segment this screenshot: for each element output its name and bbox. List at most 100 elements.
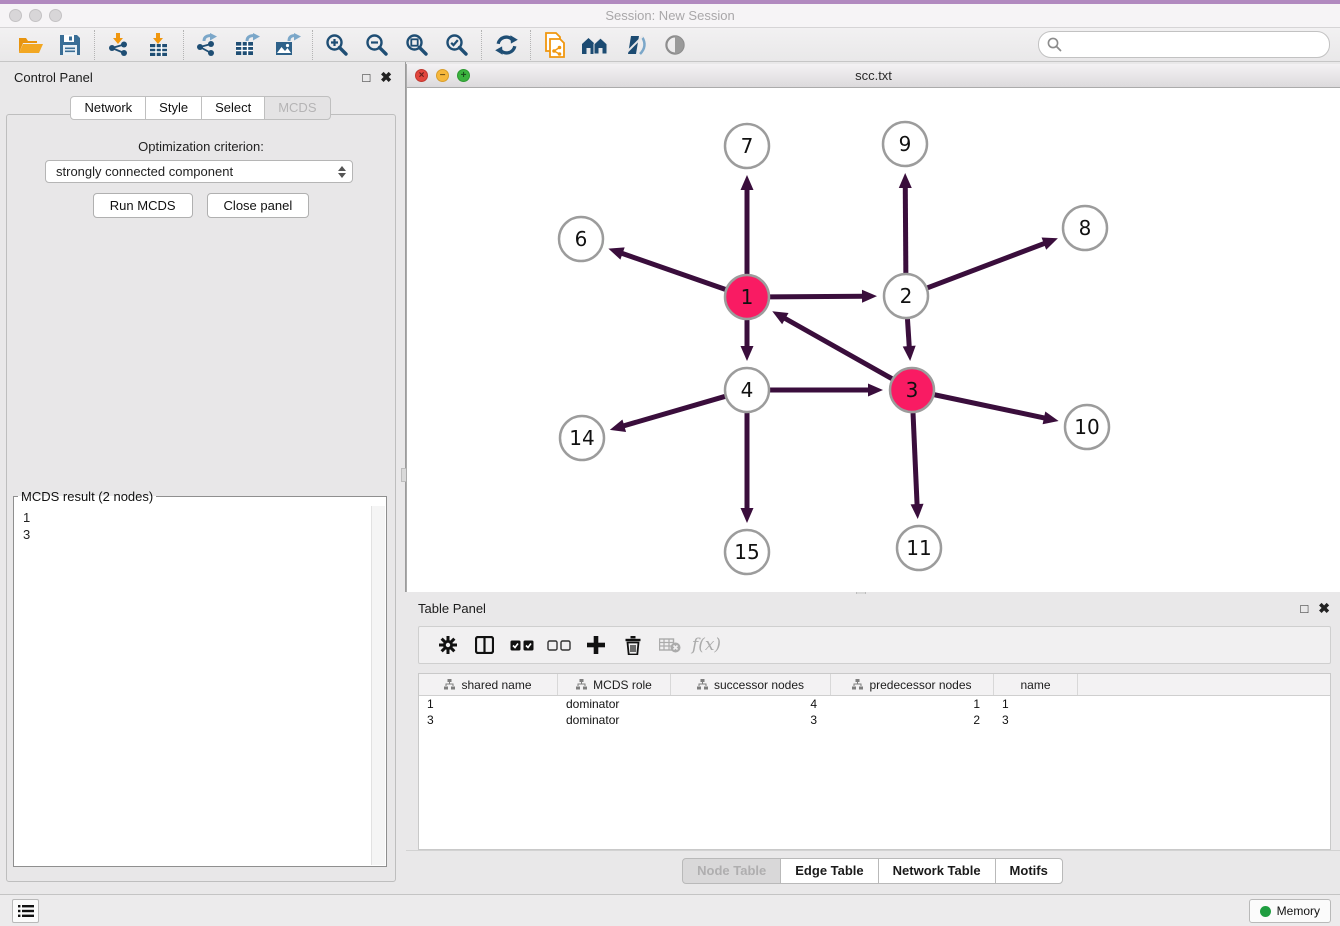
main-toolbar <box>0 28 1340 62</box>
table-row[interactable]: 3dominator323 <box>419 712 1330 728</box>
network-window-titlebar[interactable]: × − + scc.txt <box>407 64 1340 88</box>
toggle-column-display-icon[interactable] <box>466 629 503 661</box>
close-panel-icon[interactable]: ✖ <box>380 69 392 86</box>
function-builder-icon[interactable]: f(x) <box>688 629 725 661</box>
control-tab-style[interactable]: Style <box>145 96 202 120</box>
float-panel-icon[interactable]: □ <box>362 70 370 85</box>
table-cell[interactable]: 3 <box>994 712 1078 728</box>
table-row[interactable]: 1dominator411 <box>419 696 1330 712</box>
network-minimize-button[interactable]: − <box>436 69 449 82</box>
bird-eye-view-icon[interactable] <box>655 30 695 60</box>
hide-annotations-icon[interactable] <box>615 30 655 60</box>
column-hierarchy-icon <box>576 679 587 690</box>
graph-edge-3-1[interactable] <box>784 318 892 379</box>
network-graph: 7968124314101511 <box>407 88 1340 592</box>
table-header-row: shared nameMCDS rolesuccessor nodesprede… <box>419 674 1330 696</box>
column-header-label: name <box>1020 678 1050 692</box>
memory-button[interactable]: Memory <box>1249 899 1331 923</box>
graph-arrowhead <box>911 504 924 519</box>
delete-table-icon[interactable] <box>651 629 688 661</box>
search-box[interactable] <box>1038 31 1330 58</box>
column-header-predecessor-nodes[interactable]: predecessor nodes <box>831 674 994 695</box>
mcds-result-text[interactable]: 1 3 <box>15 506 370 865</box>
graph-node-label: 10 <box>1074 415 1099 439</box>
optimization-criterion-dropdown[interactable]: strongly connected component <box>45 160 353 183</box>
select-all-columns-icon[interactable] <box>503 629 540 661</box>
task-history-button[interactable] <box>12 899 39 923</box>
table-tab-network-table[interactable]: Network Table <box>878 858 996 884</box>
graph-arrowhead <box>899 173 912 188</box>
column-header-successor-nodes[interactable]: successor nodes <box>671 674 831 695</box>
graph-arrowhead <box>903 346 916 361</box>
export-image-icon[interactable] <box>268 30 308 60</box>
export-network-icon[interactable] <box>188 30 228 60</box>
graph-edge-4-14[interactable] <box>622 396 725 426</box>
run-mcds-button[interactable]: Run MCDS <box>93 193 193 218</box>
show-home-networks-icon[interactable] <box>575 30 615 60</box>
graph-edge-2-8[interactable] <box>928 243 1046 288</box>
unselect-all-columns-icon[interactable] <box>540 629 577 661</box>
table-cell[interactable]: dominator <box>558 696 671 712</box>
float-table-panel-icon[interactable]: □ <box>1300 601 1308 616</box>
table-tab-node-table[interactable]: Node Table <box>682 858 781 884</box>
import-table-icon[interactable] <box>139 30 179 60</box>
open-session-icon[interactable] <box>10 30 50 60</box>
search-icon <box>1047 37 1062 52</box>
table-cell[interactable]: 2 <box>831 712 994 728</box>
save-session-icon[interactable] <box>50 30 90 60</box>
control-tab-mcds[interactable]: MCDS <box>264 96 330 120</box>
graph-edge-3-10[interactable] <box>935 395 1046 419</box>
control-tab-network[interactable]: Network <box>70 96 146 120</box>
table-settings-icon[interactable] <box>429 629 466 661</box>
column-header-MCDS-role[interactable]: MCDS role <box>558 674 671 695</box>
export-table-icon[interactable] <box>228 30 268 60</box>
result-scrollbar[interactable] <box>371 506 385 865</box>
graph-arrowhead <box>610 419 626 431</box>
network-close-button[interactable]: × <box>415 69 428 82</box>
table-cell[interactable]: dominator <box>558 712 671 728</box>
control-panel: Control Panel □ ✖ NetworkStyleSelectMCDS… <box>0 62 402 894</box>
column-hierarchy-icon <box>697 679 708 690</box>
table-cell[interactable]: 1 <box>419 696 558 712</box>
table-cell[interactable]: 1 <box>831 696 994 712</box>
table-tab-motifs[interactable]: Motifs <box>995 858 1063 884</box>
table-cell[interactable]: 1 <box>994 696 1078 712</box>
fx-label: f(x) <box>692 635 721 655</box>
zoom-fit-icon[interactable] <box>397 30 437 60</box>
table-tab-edge-table[interactable]: Edge Table <box>780 858 878 884</box>
graph-edge-2-9[interactable] <box>905 186 906 273</box>
table-cell[interactable]: 4 <box>671 696 831 712</box>
close-panel-button[interactable]: Close panel <box>207 193 310 218</box>
table-cell[interactable]: 3 <box>671 712 831 728</box>
node-table[interactable]: shared nameMCDS rolesuccessor nodesprede… <box>418 673 1331 850</box>
open-network-document-icon[interactable] <box>535 30 575 60</box>
graph-edge-3-11[interactable] <box>913 413 917 506</box>
refresh-icon[interactable] <box>486 30 526 60</box>
mcds-tab-content: Optimization criterion: strongly connect… <box>6 114 396 882</box>
graph-arrowhead <box>741 508 754 523</box>
close-table-panel-icon[interactable]: ✖ <box>1318 600 1330 617</box>
graph-arrowhead <box>741 346 754 361</box>
zoom-out-icon[interactable] <box>357 30 397 60</box>
zoom-selected-icon[interactable] <box>437 30 477 60</box>
window-title: Session: New Session <box>0 8 1340 23</box>
zoom-in-icon[interactable] <box>317 30 357 60</box>
network-maximize-button[interactable]: + <box>457 69 470 82</box>
graph-arrowhead <box>868 384 883 397</box>
search-input[interactable] <box>1062 37 1329 52</box>
column-header-name[interactable]: name <box>994 674 1078 695</box>
graph-node-label: 11 <box>906 536 931 560</box>
delete-columns-icon[interactable] <box>614 629 651 661</box>
create-column-icon[interactable] <box>577 629 614 661</box>
graph-edge-1-2[interactable] <box>770 296 864 297</box>
table-panel-title: Table Panel <box>418 601 1300 616</box>
graph-edge-2-3[interactable] <box>907 319 909 348</box>
column-header-shared-name[interactable]: shared name <box>419 674 558 695</box>
network-canvas[interactable]: 7968124314101511 <box>407 88 1340 592</box>
table-cell[interactable]: 3 <box>419 712 558 728</box>
import-network-icon[interactable] <box>99 30 139 60</box>
network-view-window: × − + scc.txt 7968124314101511 <box>406 64 1340 592</box>
graph-edge-1-6[interactable] <box>621 253 726 290</box>
table-tabs-strip: Node TableEdge TableNetwork TableMotifs <box>406 850 1340 890</box>
control-tab-select[interactable]: Select <box>201 96 265 120</box>
